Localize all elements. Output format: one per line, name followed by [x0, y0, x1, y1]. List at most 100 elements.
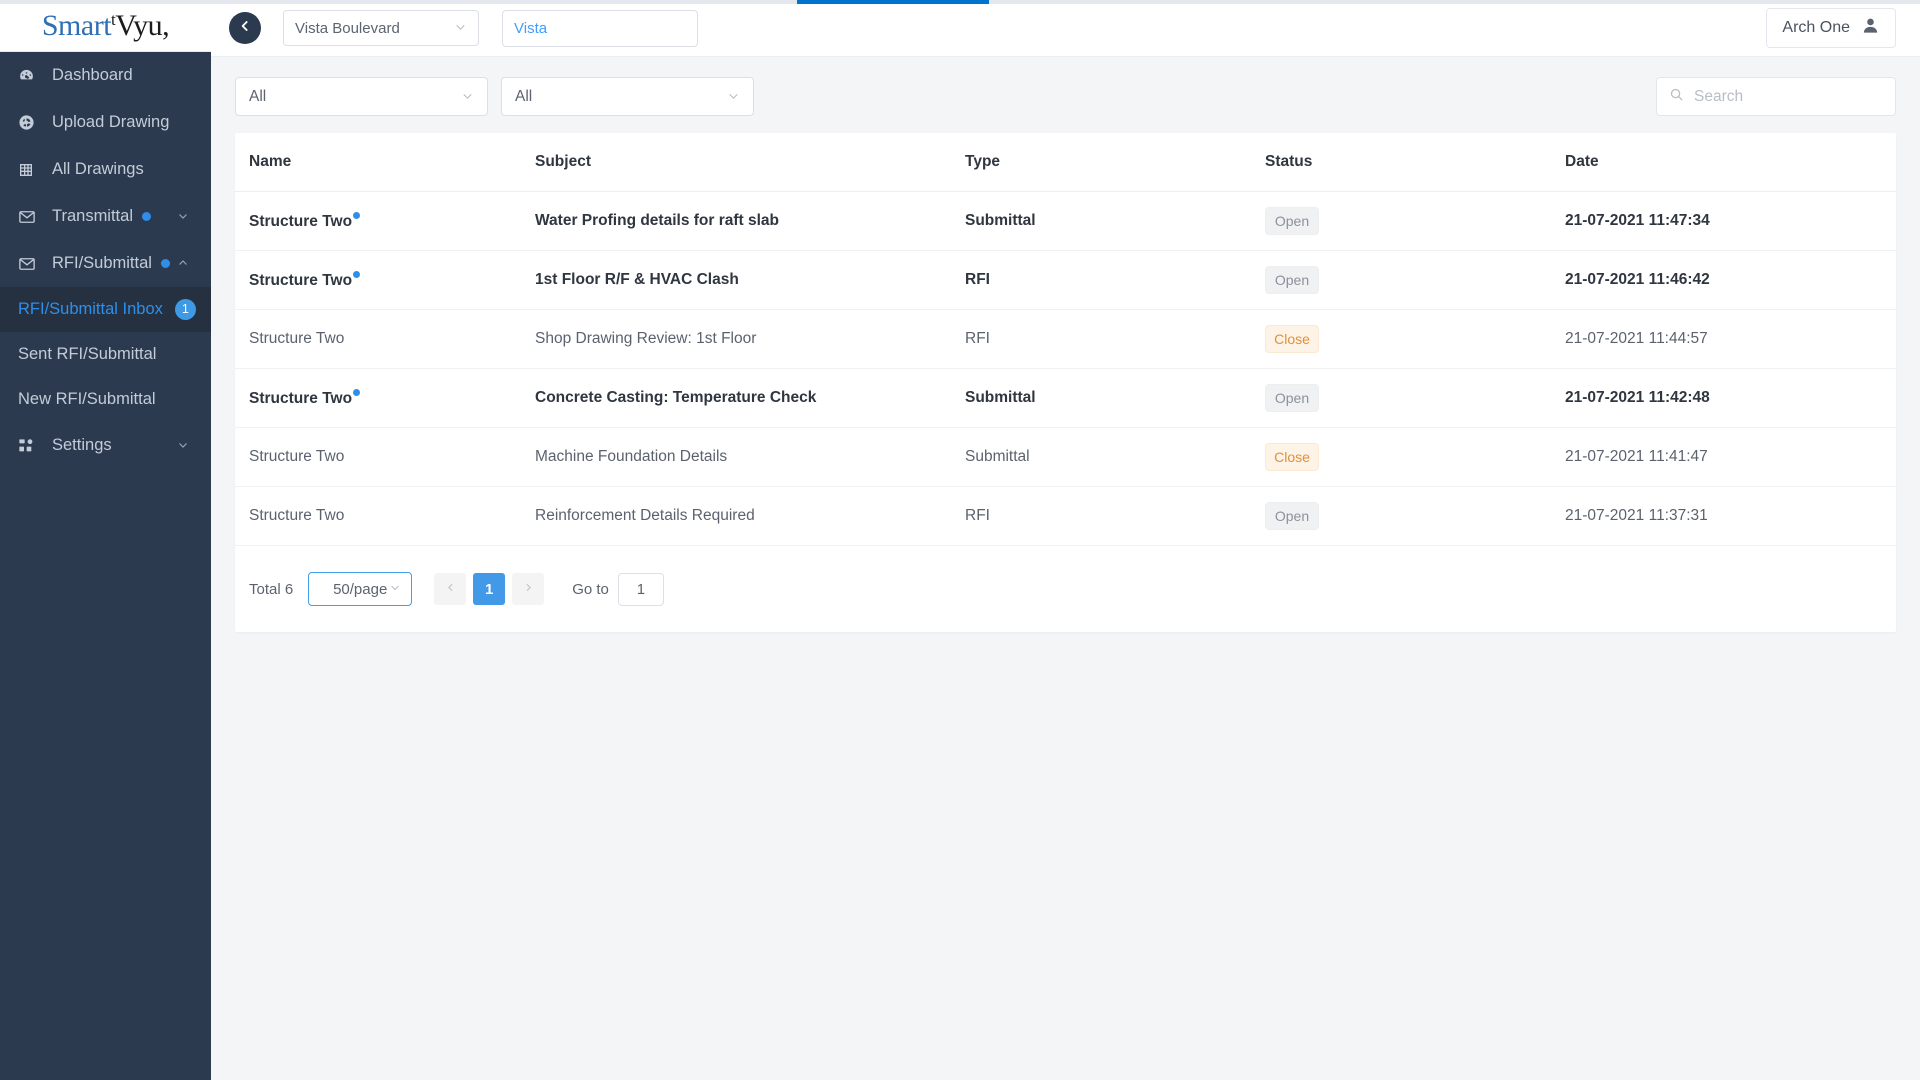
- sidebar-subitem-label: Sent RFI/Submittal: [18, 345, 157, 363]
- sidebar-item-transmittal[interactable]: Transmittal: [0, 193, 211, 240]
- cell-status: Open: [1265, 486, 1565, 546]
- cell-status: Close: [1265, 309, 1565, 369]
- sidebar-item-upload-drawing[interactable]: Upload Drawing: [0, 99, 211, 146]
- search-box[interactable]: [1656, 77, 1896, 116]
- chevron-down-icon: [727, 89, 740, 104]
- table-row[interactable]: Structure Two 1st Floor R/F & HVAC Clash R…: [235, 250, 1896, 310]
- cell-date: 21-07-2021 11:47:34: [1565, 191, 1896, 251]
- table-row[interactable]: Structure Two Concrete Casting: Temperatu…: [235, 368, 1896, 428]
- cell-status: Open: [1265, 191, 1565, 251]
- cell-type: Submittal: [965, 427, 1265, 487]
- rfi-submittal-table: Name Subject Type Status Date Structure …: [235, 133, 1896, 546]
- sidebar-item-label: All Drawings: [52, 160, 144, 178]
- page-loading-bar: [0, 0, 1920, 4]
- project-select-value: Vista Boulevard: [295, 19, 400, 37]
- status-badge[interactable]: Open: [1265, 384, 1319, 412]
- status-badge[interactable]: Open: [1265, 502, 1319, 530]
- cell-status: Open: [1265, 368, 1565, 428]
- logo-text-comma: ,: [162, 8, 170, 42]
- table-header-row: Name Subject Type Status Date: [235, 133, 1896, 192]
- chevron-down-icon: [389, 582, 401, 597]
- table-header: Name Subject Type Status Date: [235, 133, 1896, 192]
- sidebar-item-rfi-submittal-inbox[interactable]: RFI/Submittal Inbox 1: [0, 287, 211, 332]
- status-filter-select[interactable]: All: [501, 77, 754, 116]
- unread-dot-indicator: [160, 259, 170, 268]
- row-name-label: Structure Two: [249, 448, 345, 465]
- row-name-label: Structure Two: [249, 271, 353, 289]
- cell-subject[interactable]: Water Profing details for raft slab: [535, 191, 965, 251]
- sidebar-item-sent-rfi-submittal[interactable]: Sent RFI/Submittal: [0, 332, 211, 377]
- sidebar-subitem-label: RFI/Submittal Inbox: [18, 300, 163, 318]
- search-input[interactable]: [1692, 86, 1883, 107]
- status-badge[interactable]: Open: [1265, 207, 1319, 235]
- column-header-type[interactable]: Type: [965, 133, 1265, 192]
- table-row[interactable]: Structure Two Shop Drawing Review: 1st Fl…: [235, 309, 1896, 369]
- project-search-input[interactable]: [502, 9, 698, 47]
- cell-subject[interactable]: Reinforcement Details Required: [535, 486, 965, 546]
- rfi-submittal-table-card: Name Subject Type Status Date Structure …: [235, 133, 1896, 632]
- unread-dot-indicator: [353, 211, 361, 219]
- envelope-icon: [18, 208, 44, 226]
- cell-status: Close: [1265, 427, 1565, 487]
- table-row[interactable]: Structure Two Reinforcement Details Requi…: [235, 486, 1896, 546]
- status-badge[interactable]: Open: [1265, 266, 1319, 294]
- pagination-prev-button[interactable]: [434, 573, 467, 605]
- chevron-down-icon[interactable]: [177, 439, 189, 453]
- main-area: Vista Boulevard Arch One All: [211, 0, 1920, 1080]
- chevron-up-icon[interactable]: [177, 257, 189, 271]
- envelope-icon: [18, 255, 44, 273]
- sidebar-item-all-drawings[interactable]: All Drawings: [0, 146, 211, 193]
- cell-date: 21-07-2021 11:41:47: [1565, 427, 1896, 487]
- app-logo[interactable]: SmarttVyu,: [0, 0, 211, 52]
- column-header-status[interactable]: Status: [1265, 133, 1565, 192]
- sidebar-item-new-rfi-submittal[interactable]: New RFI/Submittal: [0, 377, 211, 422]
- pagination-page-1[interactable]: 1: [473, 573, 506, 605]
- cell-date: 21-07-2021 11:42:48: [1565, 368, 1896, 428]
- table-row[interactable]: Structure Two Water Profing details for r…: [235, 191, 1896, 251]
- sidebar: SmarttVyu, Dashboard Upload Drawing All …: [0, 0, 211, 1080]
- search-icon: [1669, 87, 1684, 107]
- cell-name: Structure Two: [235, 309, 535, 369]
- project-select[interactable]: Vista Boulevard: [283, 10, 479, 46]
- chevron-down-icon[interactable]: [177, 210, 189, 224]
- cell-name: Structure Two: [235, 191, 535, 251]
- table-row[interactable]: Structure Two Machine Foundation Details S…: [235, 427, 1896, 487]
- cell-name: Structure Two: [235, 250, 535, 310]
- chevron-down-icon: [461, 89, 474, 104]
- cell-type: Submittal: [965, 191, 1265, 251]
- page-size-select[interactable]: 50/page: [308, 572, 413, 606]
- column-header-subject[interactable]: Subject: [535, 133, 965, 192]
- cell-subject[interactable]: Machine Foundation Details: [535, 427, 965, 487]
- cell-subject[interactable]: Concrete Casting: Temperature Check: [535, 368, 965, 428]
- row-name-label: Structure Two: [249, 212, 353, 230]
- cell-date: 21-07-2021 11:37:31: [1565, 486, 1896, 546]
- goto-label: Go to: [572, 580, 609, 598]
- type-filter-select[interactable]: All: [235, 77, 488, 116]
- inbox-unread-badge: 1: [174, 299, 196, 320]
- grid-icon: [18, 162, 44, 178]
- status-badge[interactable]: Close: [1265, 325, 1319, 353]
- sidebar-collapse-button[interactable]: [229, 12, 261, 44]
- user-menu-button[interactable]: Arch One: [1766, 8, 1896, 48]
- goto-page-input[interactable]: [617, 572, 664, 606]
- status-badge[interactable]: Close: [1265, 443, 1319, 471]
- cell-type: RFI: [965, 309, 1265, 369]
- pagination-next-button[interactable]: [512, 573, 545, 605]
- chevron-down-icon: [454, 21, 467, 36]
- cell-type: RFI: [965, 486, 1265, 546]
- cell-subject[interactable]: Shop Drawing Review: 1st Floor: [535, 309, 965, 369]
- sidebar-item-rfi-submittal[interactable]: RFI/Submittal: [0, 240, 211, 287]
- column-header-name[interactable]: Name: [235, 133, 535, 192]
- page-size-value: 50/page: [333, 580, 388, 598]
- row-name-label: Structure Two: [249, 389, 353, 407]
- cell-subject[interactable]: 1st Floor R/F & HVAC Clash: [535, 250, 965, 310]
- sidebar-item-dashboard[interactable]: Dashboard: [0, 52, 211, 99]
- cell-type: RFI: [965, 250, 1265, 310]
- column-header-date[interactable]: Date: [1565, 133, 1896, 192]
- cell-name: Structure Two: [235, 427, 535, 487]
- status-filter-value: All: [515, 87, 533, 105]
- logo-text-smart: Smart: [41, 8, 112, 42]
- table-body: Structure Two Water Profing details for r…: [235, 191, 1896, 546]
- type-filter-value: All: [249, 87, 267, 105]
- sidebar-item-settings[interactable]: Settings: [0, 422, 211, 469]
